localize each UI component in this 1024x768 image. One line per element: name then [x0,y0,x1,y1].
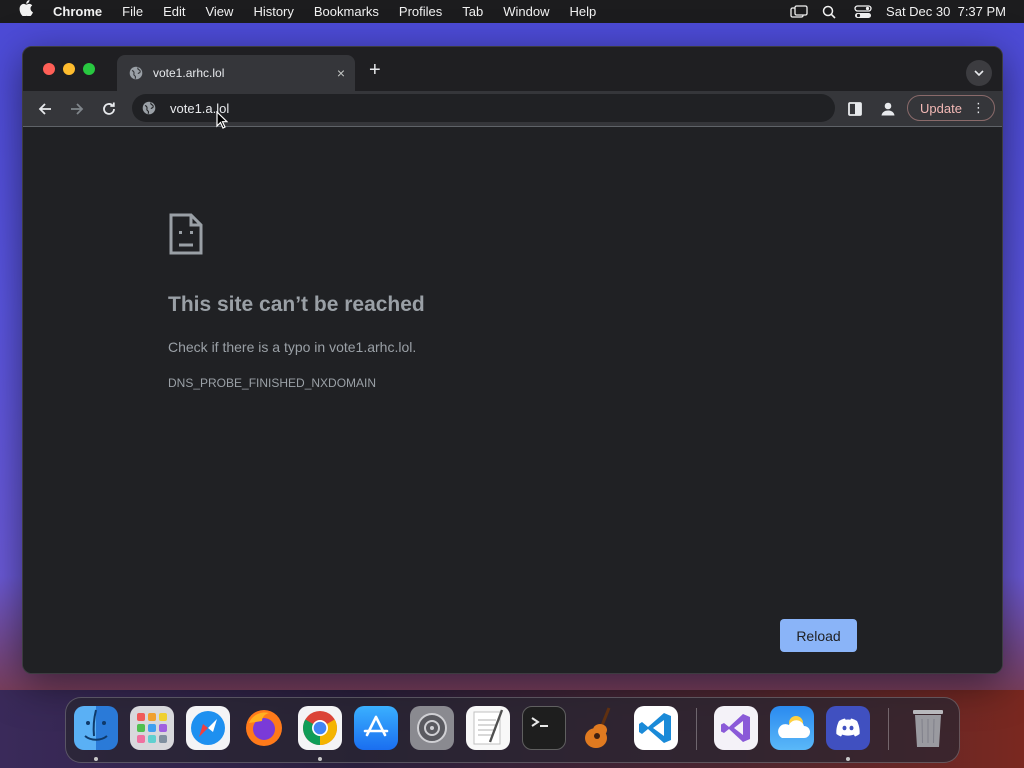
chrome-running-indicator [318,757,322,761]
profile-icon [881,102,895,116]
menu-bookmarks[interactable]: Bookmarks [314,4,379,19]
menu-history[interactable]: History [253,4,293,19]
menu-tab[interactable]: Tab [462,4,483,19]
safari-icon[interactable] [186,706,230,750]
firefox-icon[interactable] [242,706,286,750]
forward-button[interactable] [68,100,86,118]
error-code: DNS_PROBE_FINISHED_NXDOMAIN [168,376,377,390]
textedit-icon[interactable] [466,706,510,750]
menu-bar: Chrome File Edit View History Bookmarks … [0,0,1024,23]
dock [65,697,960,763]
error-suggestion: Check if there is a typo in vote1.arhc.l… [168,339,417,355]
tab-active[interactable]: vote1.arhc.lol × [117,55,355,91]
url-input[interactable] [170,100,770,116]
finder-running-indicator [94,757,98,761]
zoom-window-button[interactable] [83,63,95,75]
discord-icon[interactable] [826,706,870,750]
launchpad-icon[interactable] [130,706,174,750]
terminal-icon[interactable] [522,706,566,750]
reload-button[interactable]: Reload [780,619,857,652]
menu-edit[interactable]: Edit [163,4,185,19]
weather-icon[interactable] [770,706,814,750]
update-button-label: Update [920,100,962,116]
minimize-window-button[interactable] [63,63,75,75]
visual-studio-icon[interactable] [714,706,758,750]
back-button[interactable] [36,100,54,118]
tab-strip: vote1.arhc.lol × + [23,47,1002,91]
side-panel-icon [848,102,862,116]
tab-search-button[interactable] [966,60,992,86]
menu-app-name[interactable]: Chrome [53,4,102,19]
side-panel-button[interactable] [847,101,863,117]
sad-document-icon [168,212,204,256]
menu-bar-clock[interactable]: Sat Dec 30 7:37 PM [886,4,1006,19]
spotlight-search-icon[interactable] [822,5,840,19]
profile-button[interactable] [879,100,897,118]
chrome-window: vote1.arhc.lol × + Upda [22,46,1003,674]
screen-mirroring-icon[interactable] [790,4,808,19]
control-center-icon[interactable] [854,4,872,19]
menu-view[interactable]: View [205,4,233,19]
tab-title: vote1.arhc.lol [153,66,225,80]
trash-icon[interactable] [906,706,950,750]
error-title: This site can’t be reached [168,293,425,316]
tab-close-icon[interactable]: × [337,65,345,81]
app-store-icon[interactable] [354,706,398,750]
vscode-icon[interactable] [634,706,678,750]
error-page: This site can’t be reached Check if ther… [23,128,1002,673]
menu-file[interactable]: File [122,4,143,19]
chevron-down-icon [974,70,984,76]
chrome-icon[interactable] [298,706,342,750]
globe-icon [129,66,143,80]
reload-toolbar-button[interactable] [100,100,118,118]
update-button[interactable]: Update ⋮ [907,95,995,121]
menu-profiles[interactable]: Profiles [399,4,442,19]
apple-menu-icon[interactable] [19,0,35,23]
menu-window[interactable]: Window [503,4,549,19]
system-settings-icon[interactable] [410,706,454,750]
refresh-icon [103,102,115,115]
finder-icon[interactable] [74,706,118,750]
arrow-left-icon [38,103,51,115]
garageband-icon[interactable] [578,706,622,750]
site-info-icon[interactable] [142,101,156,115]
arrow-right-icon [71,103,84,115]
more-menu-icon[interactable]: ⋮ [972,100,985,116]
dock-separator [696,708,697,750]
dock-separator-trash [888,708,889,750]
mouse-cursor-icon [216,110,229,129]
new-tab-button[interactable]: + [369,60,381,80]
close-window-button[interactable] [43,63,55,75]
browser-toolbar: Update ⋮ [23,91,1002,127]
menu-help[interactable]: Help [570,4,597,19]
discord-running-indicator [846,757,850,761]
address-bar[interactable] [132,94,835,122]
